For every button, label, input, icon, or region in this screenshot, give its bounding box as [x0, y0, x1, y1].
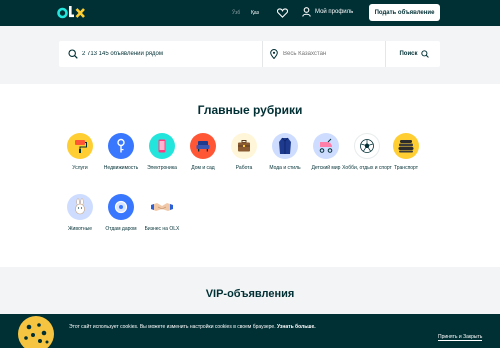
- cookie-accept-button[interactable]: Принять и Закрыть: [438, 334, 483, 341]
- category-icon-circle: [67, 194, 93, 220]
- smartphone-icon: [158, 139, 166, 153]
- vip-title: VIP-объявления: [205, 288, 295, 300]
- football-icon: [360, 139, 374, 153]
- top-header: Ўзб Қаз Мой профиль Подать объявление: [0, 0, 500, 26]
- profile-link[interactable]: Мой профиль: [302, 7, 353, 17]
- category-business[interactable]: Бизнес на OLX: [137, 194, 187, 232]
- category-icon-circle: [108, 194, 134, 220]
- search-input[interactable]: [82, 49, 252, 59]
- location-input[interactable]: [283, 49, 381, 59]
- tires-icon: [398, 140, 414, 153]
- armchair-icon: [196, 141, 210, 152]
- location-pin-icon: [270, 49, 278, 59]
- category-icon-circle: [354, 133, 380, 159]
- post-ad-button[interactable]: Подать объявление: [369, 4, 440, 21]
- category-transport[interactable]: Транспорт: [381, 133, 431, 171]
- category-icon-circle: [108, 133, 134, 159]
- olx-logo[interactable]: [57, 4, 87, 21]
- coat-icon: [279, 137, 291, 154]
- search-button-label: Поиск: [399, 51, 418, 57]
- heart-icon[interactable]: [277, 8, 288, 18]
- rabbit-icon: [75, 198, 85, 215]
- categories-title: Главные рубрики: [197, 103, 303, 117]
- coin-icon: [114, 200, 128, 214]
- search-button[interactable]: Поиск: [394, 45, 434, 63]
- paint-roller-icon: [75, 140, 87, 153]
- search-divider-2: [385, 41, 386, 67]
- lang-uz-link[interactable]: Ўзб: [232, 10, 240, 16]
- profile-label: Мой профиль: [315, 9, 354, 15]
- category-icon-circle: [149, 194, 175, 220]
- category-icon-circle: [67, 133, 93, 159]
- cookie-icon: [18, 316, 54, 348]
- category-icon-circle: [149, 133, 175, 159]
- handshake-icon: [151, 203, 173, 211]
- cookie-more-link[interactable]: Узнать больше.: [277, 324, 316, 330]
- category-label: Бизнес на OLX: [144, 226, 180, 232]
- search-icon: [68, 49, 78, 59]
- category-label: Транспорт: [393, 165, 419, 171]
- cookie-text: Этот сайт использует cookies. Вы можете …: [69, 324, 276, 330]
- briefcase-icon: [238, 140, 250, 152]
- search-divider: [262, 41, 263, 67]
- user-icon: [302, 7, 311, 17]
- search-bar: Поиск: [59, 41, 440, 67]
- stroller-icon: [319, 138, 333, 153]
- category-icon-circle: [313, 133, 339, 159]
- cookie-message: Этот сайт использует cookies. Вы можете …: [69, 324, 316, 330]
- category-icon-circle: [190, 133, 216, 159]
- category-icon-circle: [231, 133, 257, 159]
- key-icon: [117, 138, 125, 153]
- search-section: Поиск: [0, 26, 500, 84]
- search-button-icon: [420, 50, 429, 58]
- cookie-banner: Этот сайт использует cookies. Вы можете …: [0, 314, 500, 348]
- lang-kz-link[interactable]: Қаз: [251, 10, 259, 16]
- category-icon-circle: [393, 133, 419, 159]
- category-icon-circle: [272, 133, 298, 159]
